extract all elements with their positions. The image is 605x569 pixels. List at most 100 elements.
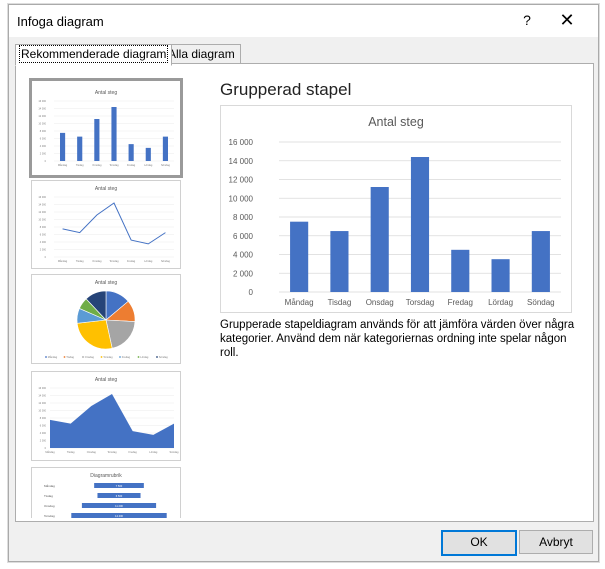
y-tick-label: 4 000 [40, 145, 47, 148]
thumb-hbar: Måndag 7 500 Tisdag 6 500 Onsdag 11 200 Torsda… [44, 483, 167, 518]
legend-label: Måndag [48, 355, 58, 359]
thumb-title: Antal steg [95, 186, 117, 192]
legend-label: Fredag [122, 355, 131, 359]
thumbnail-pie[interactable]: Antal steg Måndag Tisdag Onsdag Torsdag Fred… [31, 274, 181, 364]
close-button[interactable]: ✕ [557, 10, 577, 31]
y-tick-label: 0 [45, 160, 47, 163]
thumbnail-area[interactable]: Antal steg 0 2 000 4 000 6 000 8 000 10 000 12… [31, 371, 181, 461]
y-tick-label: 0 [45, 447, 47, 450]
x-tick-label: Lördag [144, 163, 153, 167]
y-tick-label: 14 000 [229, 157, 254, 166]
ok-button[interactable]: OK [441, 530, 517, 556]
data-label: 11 200 [115, 504, 123, 508]
thumbnail-line-chart: Antal steg 0 2 000 4 000 6 000 8 000 10 000 12… [38, 186, 174, 263]
y-tick-label: 10 000 [229, 194, 254, 203]
y-tick-label: 12 000 [229, 176, 254, 185]
thumbnail-bar[interactable]: Diagramrubrik Måndag 7 500 Tisdag 6 500 Onsd… [31, 467, 181, 518]
category-label: Onsdag [44, 504, 55, 508]
y-tick-label: 2 000 [40, 249, 47, 252]
y-tick-label: 12 000 [38, 402, 46, 405]
y-tick-label: 10 000 [38, 410, 46, 413]
thumb-pie: Måndag Tisdag Onsdag Torsdag Fredag Lördag Sön… [45, 290, 169, 359]
legend-marker [82, 356, 84, 358]
x-tick-label: Fredag [127, 163, 136, 167]
x-tick-label: Söndag [527, 298, 555, 307]
x-tick-label: Måndag [45, 450, 55, 454]
x-tick-label: Lördag [144, 259, 153, 263]
legend-marker [156, 356, 158, 358]
bar [60, 132, 66, 161]
dialog-title: Infoga diagram [17, 14, 104, 29]
chart-thumbnail-list[interactable]: Antal steg 0 2 000 4 000 6 000 8 000 10 000 12… [26, 74, 201, 518]
thumbnail-clustered-column[interactable]: Antal steg 0 2 000 4 000 6 000 8 000 10 000 12… [29, 78, 183, 178]
legend-marker [45, 356, 47, 358]
legend-label: Söndag [159, 355, 169, 359]
bar [491, 259, 510, 292]
y-tick-label: 10 000 [38, 219, 46, 222]
chart-description: Grupperade stapeldiagram används för att… [220, 319, 575, 359]
x-tick-label: Tisdag [76, 163, 84, 167]
legend-marker [100, 356, 103, 358]
legend-label: Torsdag [103, 355, 113, 359]
category-label: Måndag [44, 484, 55, 488]
tab-all-charts[interactable]: Alla diagram [162, 44, 241, 65]
area-series [50, 394, 174, 448]
title-bar: Infoga diagram ? ✕ [9, 5, 598, 37]
thumbnail-area-chart: Antal steg 0 2 000 4 000 6 000 8 000 10 000 12… [38, 377, 179, 454]
y-tick-label: 6 000 [40, 425, 47, 428]
legend-label: Onsdag [85, 355, 95, 359]
y-tick-label: 6 000 [40, 138, 47, 141]
y-tick-label: 2 000 [233, 269, 254, 278]
x-tick-label: Måndag [285, 298, 314, 307]
help-button[interactable]: ? [519, 12, 535, 28]
tab-recommended-charts[interactable]: Rekommenderade diagram [15, 44, 173, 66]
cancel-button[interactable]: Avbryt [519, 530, 593, 554]
tab-content: Antal steg 0 2 000 4 000 6 000 8 000 10 000 12… [15, 63, 594, 522]
y-tick-label: 14 000 [38, 108, 46, 111]
y-tick-label: 8 000 [40, 417, 47, 420]
x-tick-label: Söndag [170, 450, 180, 454]
tab-label: Alla diagram [168, 47, 235, 61]
y-tick-label: 6 000 [40, 234, 47, 237]
x-tick-label: Fredag [448, 298, 473, 307]
x-tick-label: Söndag [161, 163, 171, 167]
y-tick-label: 2 000 [40, 153, 47, 156]
x-tick-label: Onsdag [366, 298, 394, 307]
bar [77, 136, 83, 161]
x-tick-label: Måndag [58, 259, 68, 263]
x-tick-label: Fredag [127, 259, 136, 263]
thumbnail-bar-chart: Antal steg 0 2 000 4 000 6 000 8 000 10 000 12… [38, 90, 174, 167]
x-tick-label: Tisdag [328, 298, 352, 307]
thumb-title: Diagramrubrik [90, 473, 122, 479]
chart-title: Antal steg [368, 115, 424, 129]
thumb-area: 0 2 000 4 000 6 000 8 000 10 000 12 000 14 000 1… [38, 387, 179, 454]
thumb-line: 0 2 000 4 000 6 000 8 000 10 000 12 000 14 000 1… [38, 196, 174, 263]
y-tick-label: 14 000 [38, 204, 46, 207]
bar [451, 249, 470, 292]
thumbnail-hbar-chart: Diagramrubrik Måndag 7 500 Tisdag 6 500 Onsd… [44, 473, 167, 518]
x-tick-label: Torsdag [107, 450, 117, 454]
y-tick-label: 12 000 [38, 115, 46, 118]
data-label: 7 500 [116, 484, 123, 488]
x-tick-label: Torsdag [109, 163, 119, 167]
thumbnail-line[interactable]: Antal steg 0 2 000 4 000 6 000 8 000 10 000 12… [31, 180, 181, 269]
x-tick-label: Lördag [149, 450, 158, 454]
y-tick-label: 4 000 [40, 241, 47, 244]
y-tick-label: 2 000 [40, 440, 47, 443]
pie-slice [76, 319, 113, 350]
y-tick-label: 12 000 [38, 211, 46, 214]
y-tick-label: 16 000 [38, 196, 46, 199]
chart-preview: Antal steg 0 2 000 4 000 6 000 8 000 10 000 12… [220, 105, 572, 313]
x-tick-label: Onsdag [92, 259, 102, 263]
y-tick-label: 16 000 [38, 100, 46, 103]
x-tick-label: Tisdag [76, 259, 84, 263]
y-tick-label: 8 000 [233, 213, 254, 222]
x-tick-label: Lördag [488, 298, 513, 307]
y-tick-label: 6 000 [233, 232, 254, 241]
legend-marker [137, 356, 140, 358]
bar [145, 147, 151, 161]
chart-type-heading: Grupperad stapel [220, 80, 352, 99]
x-tick-label: Fredag [129, 450, 138, 454]
y-tick-label: 4 000 [233, 251, 254, 260]
bar [410, 157, 430, 292]
